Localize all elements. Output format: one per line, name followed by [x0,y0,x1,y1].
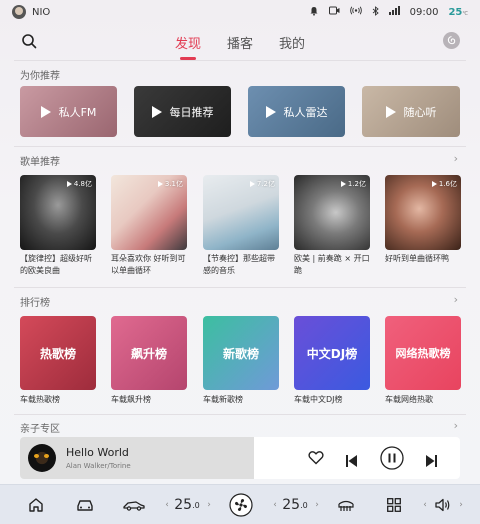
left-temp-increase-chevron-icon[interactable]: › [204,485,214,524]
right-temperature: 25.0 [282,497,308,513]
playlist-title: 耳朵喜欢你 好听到可以单曲循环 [111,254,186,275]
chart-item[interactable]: 新歌榜 车载新歌榜 [203,316,279,405]
chart-cover: 中文DJ榜 [294,316,370,390]
song-artist: Alan Walker/Torine [66,462,131,470]
playlist-title: 好听到单曲循环鸭 [385,254,449,263]
previous-track-icon[interactable] [346,452,357,471]
mini-player: Hello World Alan Walker/Torine [20,437,460,479]
playlist-title: 【节奏控】那些超带感的音乐 [203,254,275,275]
card-label: 私人FM [58,105,97,119]
next-track-icon[interactable] [426,452,437,471]
song-title: Hello World [66,446,129,459]
rear-defrost-icon[interactable] [334,485,358,524]
play-count: 1.2亿 [340,179,366,189]
bell-icon [309,6,319,19]
play-count: 1.6亿 [431,179,457,189]
play-icon [40,105,51,118]
play-icon [265,105,276,118]
card-private-fm[interactable]: 私人FM [20,86,117,137]
play-count: 3.1亿 [157,179,183,189]
card-label: 私人雷达 [283,105,328,119]
outside-temperature: 25℃ [448,6,468,18]
chart-label: 车载热歌榜 [20,395,60,404]
tab-bar: 发现 播客 我的 [0,33,480,60]
left-temperature: 25.0 [174,497,200,513]
card-random-listen[interactable]: 随心听 [362,86,460,137]
card-label: 每日推荐 [169,105,214,119]
cellular-signal-icon [388,6,400,18]
camera-icon [328,6,340,18]
chart-item[interactable]: 中文DJ榜 车载中文DJ榜 [294,316,370,405]
section-title-recommend: 为你推荐 [20,71,60,82]
chart-label: 车载网络热歌 [385,395,433,404]
status-bar: NIO 09:00 25℃ [0,0,480,24]
heart-icon[interactable] [308,450,324,469]
playlist-title: 欧美 | 前奏跪 × 开口跪 [294,254,370,275]
fan-icon[interactable] [228,485,254,524]
playlist-title: 【旋律控】超级好听的欧美良曲 [20,254,92,275]
chart-cover: 热歌榜 [20,316,96,390]
playlist-item[interactable]: 3.1亿 耳朵喜欢你 好听到可以单曲循环 [111,175,187,277]
chart-item[interactable]: 网络热歌榜 车载网络热歌 [385,316,461,405]
user-avatar[interactable] [12,5,26,19]
signal-broadcast-icon [349,6,362,18]
chart-label: 车载中文DJ榜 [294,395,343,404]
chart-label: 车载新歌榜 [203,395,243,404]
chart-cover: 飙升榜 [111,316,187,390]
right-temp-decrease-chevron-icon[interactable]: ‹ [270,485,280,524]
volume-down-chevron-icon[interactable]: ‹ [420,485,430,524]
clock: 09:00 [409,6,439,18]
charts-more-chevron-icon[interactable]: › [454,293,458,306]
netease-logo-icon[interactable] [443,32,460,49]
user-name: NIO [32,6,51,18]
volume-icon[interactable] [432,485,454,524]
vehicle-control-bar: ‹ 25.0 › ‹ 25.0 › ‹ › [0,484,480,524]
card-label: 随心听 [403,105,437,119]
tab-podcast[interactable]: 播客 [227,33,253,60]
chart-cover: 网络热歌榜 [385,316,461,390]
chart-cover: 新歌榜 [203,316,279,390]
playlist-cover: 1.6亿 [385,175,461,250]
chart-label: 车载飙升榜 [111,395,151,404]
play-count: 4.8亿 [66,179,92,189]
car-icon[interactable] [72,485,98,524]
right-temp-increase-chevron-icon[interactable]: › [312,485,322,524]
play-icon [151,105,162,118]
card-private-radar[interactable]: 私人雷达 [248,86,345,137]
playlist-cover: 4.8亿 [20,175,96,250]
playlists-more-chevron-icon[interactable]: › [454,152,458,165]
section-title-charts: 排行榜 [20,298,50,309]
card-daily-recommend[interactable]: 每日推荐 [134,86,231,137]
chart-item[interactable]: 热歌榜 车载热歌榜 [20,316,96,405]
section-divider [14,287,466,288]
bluetooth-icon [372,5,379,19]
section-title-kids: 亲子专区 [20,424,60,435]
now-playing-info[interactable]: Hello World Alan Walker/Torine [20,437,254,479]
kids-more-chevron-icon[interactable]: › [454,419,458,432]
tab-discover[interactable]: 发现 [175,33,201,60]
pause-icon[interactable] [380,446,404,474]
section-title-playlists: 歌单推荐 [20,157,60,168]
header-divider [14,60,466,61]
home-icon[interactable] [24,485,48,524]
play-count: 7.2亿 [249,179,275,189]
playlist-item[interactable]: 1.6亿 好听到单曲循环鸭 [385,175,461,265]
playlist-cover: 1.2亿 [294,175,370,250]
section-divider [14,146,466,147]
playlist-cover: 7.2亿 [203,175,279,250]
playlist-cover: 3.1亿 [111,175,187,250]
tab-mine[interactable]: 我的 [279,33,305,60]
play-icon [385,105,396,118]
top-navigation: 发现 播客 我的 [0,24,480,62]
volume-up-chevron-icon[interactable]: › [456,485,466,524]
playlist-item[interactable]: 4.8亿 【旋律控】超级好听的欧美良曲 [20,175,96,277]
section-divider [14,414,466,415]
playlist-item[interactable]: 1.2亿 欧美 | 前奏跪 × 开口跪 [294,175,370,277]
left-temp-decrease-chevron-icon[interactable]: ‹ [162,485,172,524]
playlist-item[interactable]: 7.2亿 【节奏控】那些超带感的音乐 [203,175,279,277]
car-side-icon[interactable] [120,485,148,524]
chart-item[interactable]: 飙升榜 车载飙升榜 [111,316,187,405]
apps-grid-icon[interactable] [382,485,406,524]
album-disc-icon [28,444,56,472]
